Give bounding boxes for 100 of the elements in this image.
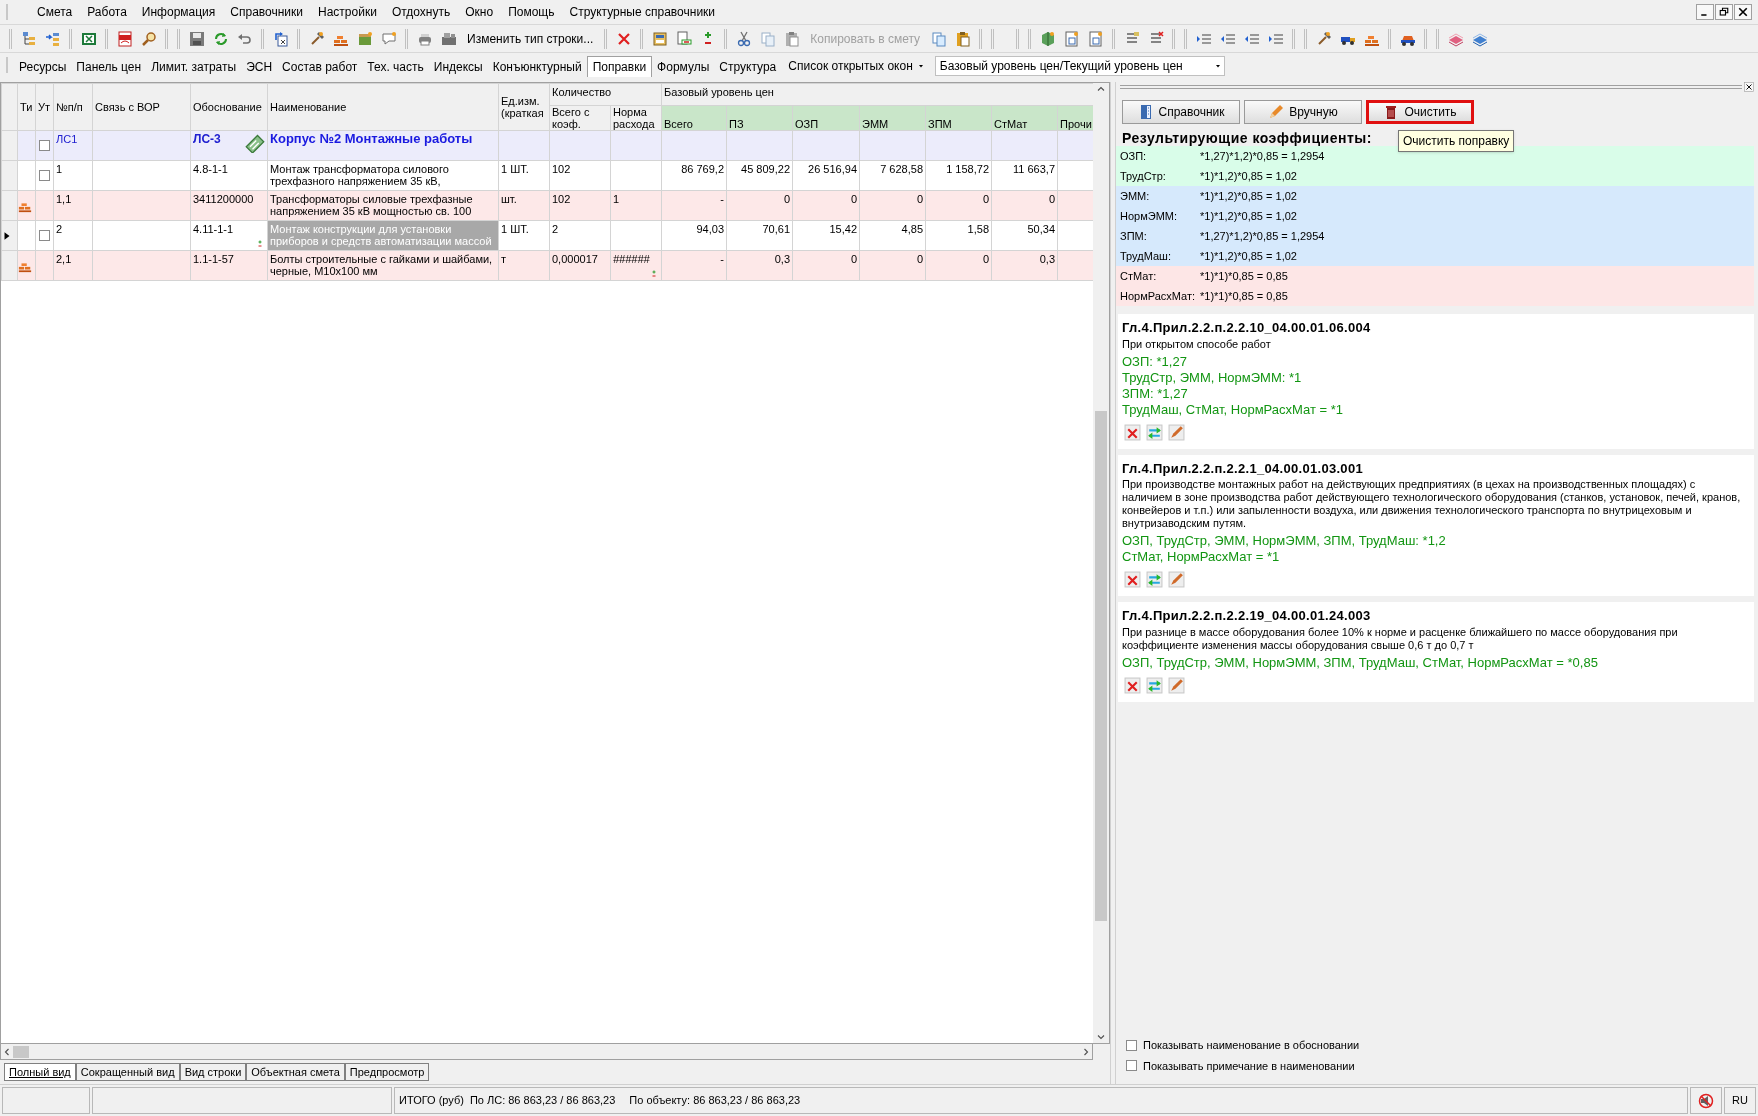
swap-icon[interactable]	[1146, 571, 1163, 588]
tab[interactable]: Формулы	[652, 57, 715, 76]
table-cell: 0	[850, 253, 857, 265]
tab[interactable]: Структура	[714, 57, 782, 76]
edit-icon[interactable]	[1168, 423, 1185, 441]
no-sound-icon[interactable]	[1698, 1092, 1714, 1109]
edit-icon[interactable]	[1168, 571, 1185, 588]
menu-item[interactable]: Информация	[134, 1, 223, 23]
tab[interactable]: Ресурсы	[14, 57, 72, 76]
menu-item[interactable]: Окно	[458, 1, 501, 23]
status-text: По объекту: 86 863,23 / 86 863,23	[629, 1093, 801, 1109]
checkbox[interactable]	[1126, 1039, 1137, 1051]
swap-icon[interactable]	[1146, 423, 1163, 441]
scroll-thumb[interactable]	[1095, 411, 1107, 921]
menu-item[interactable]: Смета	[30, 1, 80, 23]
scroll-thumb[interactable]	[13, 1045, 29, 1058]
tab[interactable]: Конъюнктурный	[487, 57, 587, 76]
magnifier-icon[interactable]	[140, 30, 157, 47]
column-header[interactable]: №п/п	[53, 83, 93, 131]
table-cell: 45 809,22	[741, 163, 790, 175]
menu-item[interactable]: Помощь	[501, 1, 562, 23]
menu-item[interactable]: Настройки	[311, 1, 384, 23]
adjustment-title: Гл.4.Прил.2.2.п.2.2.10_04.00.01.06.004	[1122, 319, 1372, 337]
menu-item[interactable]: Справочники	[223, 1, 311, 23]
coefficient-label: ЭММ:	[1120, 188, 1151, 204]
panel-button[interactable]: Очистить	[1366, 100, 1474, 124]
tab[interactable]: Индексы	[428, 57, 488, 76]
tab[interactable]: Объектная смета	[246, 1063, 345, 1081]
scrollbar[interactable]	[0, 1044, 1093, 1060]
column-group-header: Количество	[549, 83, 662, 106]
document-minus-icon[interactable]	[675, 30, 692, 47]
table-cell: Монтаж конструкции для установки приборов и средств автоматизации массой	[270, 223, 492, 247]
toolbar-button[interactable]: Изменить тип строки...	[462, 27, 599, 50]
checkbox[interactable]	[1126, 1060, 1137, 1072]
machine-icon[interactable]	[440, 30, 457, 47]
close-icon[interactable]	[1744, 82, 1754, 92]
menu-item[interactable]: Структурные справочники	[562, 1, 723, 23]
coefficient-value: *1)*1,2)*0,85 = 1,02	[1200, 168, 1297, 184]
restore-icon[interactable]	[1718, 6, 1730, 18]
copy-icon[interactable]	[930, 30, 947, 47]
column-header[interactable]: Ед.изм. (краткая	[498, 83, 550, 131]
tree-icon[interactable]	[20, 30, 37, 47]
save-icon[interactable]	[188, 30, 205, 47]
table-cell: 0	[982, 253, 989, 265]
document-icon[interactable]	[1063, 30, 1080, 47]
checkbox[interactable]	[39, 170, 50, 181]
dropdown-button[interactable]: Список открытых окон	[783, 56, 930, 76]
refresh-icon[interactable]	[212, 30, 229, 47]
box-icon[interactable]	[356, 30, 373, 47]
column-header[interactable]: Наименование	[267, 83, 499, 131]
table-cell: 2	[56, 223, 63, 235]
document-icon[interactable]	[1087, 30, 1104, 47]
table-cell: 0,000017	[552, 253, 598, 265]
column-header[interactable]: Обоснование	[190, 83, 268, 131]
scrollbar[interactable]	[1093, 83, 1109, 1043]
tree-insert-icon[interactable]	[44, 30, 61, 47]
column-header[interactable]: Связь с ВОР	[92, 83, 191, 131]
menu-item[interactable]: Отдохнуть	[384, 1, 458, 23]
coefficient-value: *1)*1,2)*0,85 = 1,02	[1200, 188, 1297, 204]
calculator-icon[interactable]	[651, 30, 668, 47]
table-cell: Корпус №2 Монтажные работы	[270, 131, 473, 146]
delete-icon[interactable]	[1124, 423, 1141, 441]
checkbox[interactable]	[39, 140, 50, 151]
status-text: ИТОГО (руб)	[399, 1093, 464, 1109]
panel-button[interactable]: Справочник	[1122, 100, 1240, 124]
pdf-icon[interactable]	[116, 30, 133, 47]
tab[interactable]: Предпросмотр	[344, 1063, 430, 1081]
delete-icon[interactable]	[1124, 571, 1141, 588]
checkbox[interactable]	[39, 230, 50, 241]
swap-icon[interactable]	[1146, 676, 1163, 694]
spreadsheet-icon[interactable]	[80, 30, 97, 47]
table-cell: 86 769,2	[681, 163, 724, 175]
paste-icon[interactable]	[954, 30, 971, 47]
tab[interactable]: ЭСН	[241, 57, 278, 76]
formula-text: ОЗП: *1,27	[1122, 353, 1188, 370]
menu-item[interactable]: Работа	[80, 1, 134, 23]
scissors-icon[interactable]	[735, 30, 752, 47]
delete-icon[interactable]	[615, 30, 632, 47]
tab[interactable]: Сокращенный вид	[75, 1063, 180, 1081]
tab[interactable]: Лимит. затраты	[146, 57, 242, 76]
import-icon[interactable]	[272, 30, 289, 47]
formula-text: ТрудСтр, ЭММ, НормЭММ: *1	[1122, 369, 1303, 386]
close-icon[interactable]	[1737, 6, 1749, 18]
edit-icon[interactable]	[1168, 676, 1185, 694]
coefficient-label: НормРасхМат:	[1120, 288, 1197, 304]
tab[interactable]: Полный вид	[4, 1063, 76, 1081]
panel-button[interactable]: Вручную	[1244, 100, 1362, 124]
tab[interactable]: Поправки	[586, 56, 653, 77]
price-level-dropdown[interactable]: Базовый уровень цен/Текущий уровень цен	[934, 56, 1225, 76]
tab[interactable]: Вид строки	[179, 1063, 247, 1081]
tab[interactable]: Тех. часть	[362, 57, 429, 76]
delete-icon[interactable]	[1124, 676, 1141, 694]
tab[interactable]: Панель цен	[71, 57, 147, 76]
caret-icon	[916, 62, 925, 70]
coefficient-label: ОЗП:	[1120, 148, 1148, 164]
option-label: Показывать наименование в обосновании	[1143, 1038, 1360, 1053]
paste-icon[interactable]	[783, 30, 800, 47]
formula-text: ОЗП, ТрудСтр, ЭММ, НормЭММ, ЗПМ, ТрудМаш: *1,2	[1122, 533, 1447, 549]
speech-bubble-icon[interactable]	[380, 30, 397, 47]
tab[interactable]: Состав работ	[277, 57, 363, 76]
